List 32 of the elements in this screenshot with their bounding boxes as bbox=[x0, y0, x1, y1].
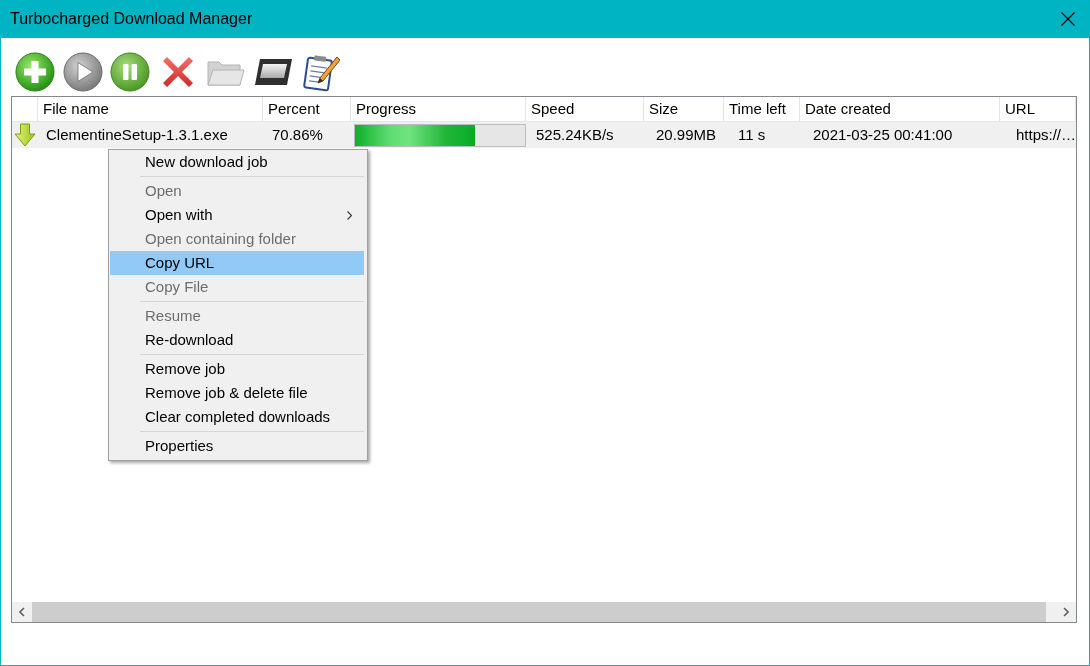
menu-item[interactable]: Open with bbox=[110, 203, 364, 227]
window-title: Turbocharged Download Manager bbox=[10, 9, 253, 29]
chevron-right-icon[interactable] bbox=[1063, 607, 1069, 617]
down-arrow-icon bbox=[14, 123, 36, 147]
column-header[interactable]: Progress bbox=[351, 97, 526, 121]
plus-circle-icon[interactable] bbox=[15, 52, 55, 92]
table-cell-text: 20.99MB bbox=[655, 125, 718, 145]
notepad-icon[interactable] bbox=[300, 52, 340, 92]
table-cell-text: ClementineSetup-1.3.1.exe bbox=[45, 125, 229, 145]
table-row[interactable]: ClementineSetup-1.3.1.exe 70.86% 525.24KB/s 20.99MB 11 s 2021-03-25 00:41:00 https://… bbox=[12, 122, 1076, 148]
column-header[interactable]: Date created bbox=[800, 97, 1000, 121]
menu-item[interactable]: Properties bbox=[110, 434, 364, 458]
menu-item[interactable]: Re-download bbox=[110, 328, 364, 352]
pause-icon[interactable] bbox=[110, 52, 150, 92]
column-header[interactable]: URL bbox=[1000, 97, 1076, 121]
column-header[interactable]: File name bbox=[38, 97, 263, 121]
column-header[interactable]: Size bbox=[644, 97, 724, 121]
menu-item[interactable]: Remove job & delete file bbox=[110, 381, 364, 405]
menu-item[interactable]: New download job bbox=[110, 150, 364, 174]
menu-item[interactable]: Copy URL bbox=[110, 251, 364, 275]
table-cell-text: 11 s bbox=[737, 125, 767, 145]
chevron-left-icon[interactable] bbox=[19, 607, 25, 617]
table-cell-text: 2021-03-25 00:41:00 bbox=[812, 125, 954, 145]
column-header[interactable]: Speed bbox=[526, 97, 644, 121]
column-header[interactable]: Time left bbox=[724, 97, 800, 121]
table-cell-text: 525.24KB/s bbox=[535, 125, 615, 145]
close-icon[interactable] bbox=[1061, 12, 1075, 26]
menu-item[interactable]: Clear completed downloads bbox=[110, 405, 364, 429]
table-cell-text: 70.86% bbox=[271, 125, 324, 145]
table-cell-text: https://… bbox=[1015, 125, 1076, 145]
column-header[interactable]: Percent bbox=[263, 97, 351, 121]
menu-item[interactable]: Remove job bbox=[110, 357, 364, 381]
